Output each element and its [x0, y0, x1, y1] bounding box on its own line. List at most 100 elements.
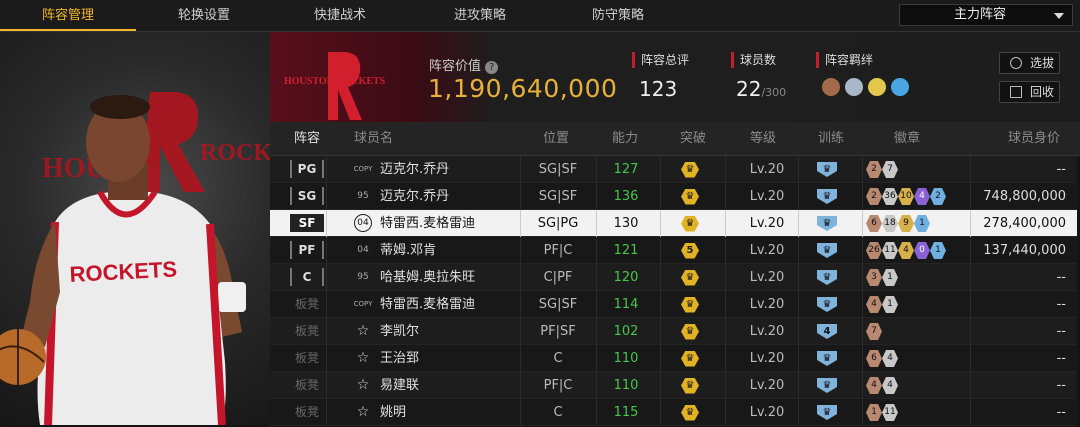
player-name[interactable]: 特雷西.麦格雷迪 — [380, 210, 530, 237]
player-ability: 136 — [613, 189, 639, 204]
badges-cell[interactable]: 41 — [866, 296, 966, 313]
tab-defense-strategy[interactable]: 防守策略 — [550, 0, 686, 31]
training-cell[interactable]: ♛ — [815, 264, 839, 291]
slot-cell[interactable]: SG — [290, 183, 324, 210]
badge-silver: 36 — [882, 188, 898, 205]
table-row[interactable]: 板凳 ☆ 易建联 PF|C 110 ♛ Lv.20 ♛ 4 4 -- — [270, 372, 1077, 399]
player-portrait: HOU ROCK ROCKETS — [0, 32, 270, 425]
column-divider — [970, 237, 971, 264]
badges-cell[interactable]: 1 11 — [866, 404, 966, 421]
recycle-button-label: 回收 — [1030, 85, 1055, 99]
column-divider — [660, 264, 661, 291]
breakthrough-cell[interactable]: ♛ — [678, 183, 702, 210]
player-name[interactable]: 易建联 — [380, 372, 530, 399]
player-position: SG|SF — [538, 297, 578, 312]
slot-cell[interactable]: 板凳 — [290, 345, 324, 372]
crown-icon: ♛ — [681, 161, 699, 178]
column-divider — [862, 372, 863, 399]
breakthrough-cell[interactable]: ♛ — [678, 399, 702, 426]
breakthrough-cell[interactable]: 5 — [678, 237, 702, 264]
training-cell[interactable]: ♛ — [815, 399, 839, 426]
badges-cell[interactable]: 27 — [866, 161, 966, 178]
table-row[interactable]: C 95 哈基姆.奥拉朱旺 C|PF 120 ♛ Lv.20 ♛ 3 1 -- — [270, 264, 1077, 291]
table-row[interactable]: 板凳 ☆ 李凯尔 PF|SF 102 ♛ Lv.20 4 7 -- — [270, 318, 1077, 345]
breakthrough-cell[interactable]: ♛ — [678, 264, 702, 291]
table-row[interactable]: SF 04 特雷西.麦格雷迪 SG|PG 130 ♛ Lv.20 ♛ 6 18 9 1 278,400,… — [270, 210, 1077, 237]
column-divider — [862, 264, 863, 291]
breakthrough-cell[interactable]: ♛ — [678, 372, 702, 399]
slot-cell[interactable]: 板凳 — [290, 318, 324, 345]
breakthrough-cell[interactable]: ♛ — [678, 345, 702, 372]
player-value: -- — [1056, 162, 1066, 177]
column-divider — [596, 291, 597, 318]
player-name[interactable]: 李凯尔 — [380, 318, 530, 345]
table-row[interactable]: SG 95 迈克尔.乔丹 SG|SF 136 ♛ Lv.20 ♛ 2 36 10 4 2 748,800,… — [270, 183, 1077, 210]
badge-bronze: 3 — [866, 269, 882, 286]
tab-rotation-settings[interactable]: 轮换设置 — [136, 0, 272, 31]
column-divider — [798, 318, 799, 345]
breakthrough-cell[interactable]: ♛ — [678, 156, 702, 183]
card-version: ☆ — [352, 399, 374, 426]
breakthrough-cell[interactable]: ♛ — [678, 210, 702, 237]
help-icon[interactable]: ? — [485, 61, 499, 74]
player-name[interactable]: 特雷西.麦格雷迪 — [380, 291, 530, 318]
training-cell[interactable]: ♛ — [815, 291, 839, 318]
badges-cell[interactable]: 7 — [866, 323, 966, 340]
training-cell[interactable]: ♛ — [815, 156, 839, 183]
player-value: -- — [1056, 378, 1066, 393]
slot-cell[interactable]: 板凳 — [290, 291, 324, 318]
badge-silver: 4 — [882, 350, 898, 367]
slot-label: SF — [290, 214, 324, 232]
player-position: SG|SF — [538, 162, 578, 177]
slot-cell[interactable]: 板凳 — [290, 399, 324, 426]
player-position: PF|SF — [540, 324, 576, 339]
player-name[interactable]: 姚明 — [380, 399, 530, 426]
slot-cell[interactable]: SF — [290, 210, 324, 237]
training-cell[interactable]: ♛ — [815, 345, 839, 372]
table-row[interactable]: PF 04 蒂姆.邓肯 PF|C 121 5 Lv.20 ♛ 26 11 4 0 1 137,440,00… — [270, 237, 1077, 264]
select-button[interactable]: 选拔 — [999, 52, 1060, 74]
tab-offense-strategy[interactable]: 进攻策略 — [412, 0, 548, 31]
column-divider — [970, 318, 971, 345]
slot-cell[interactable]: PF — [290, 237, 324, 264]
breakthrough-cell[interactable]: ♛ — [678, 291, 702, 318]
bond-icon-bronze — [822, 78, 840, 96]
player-name[interactable]: 迈克尔.乔丹 — [380, 156, 530, 183]
player-name[interactable]: 迈克尔.乔丹 — [380, 183, 530, 210]
player-name[interactable]: 王治郅 — [380, 345, 530, 372]
badge-silver: 11 — [882, 242, 898, 259]
table-row[interactable]: 板凳 ☆ 姚明 C 115 ♛ Lv.20 ♛ 1 11 -- — [270, 399, 1077, 426]
badges-cell[interactable]: 64 — [866, 350, 966, 367]
slot-cell[interactable]: 板凳 — [290, 372, 324, 399]
lineup-dropdown[interactable]: 主力阵容 — [899, 4, 1073, 26]
badges-cell[interactable]: 31 — [866, 269, 966, 286]
player-position: SG|SF — [538, 189, 578, 204]
badges-cell[interactable]: 26 11 4 0 1 — [866, 242, 966, 259]
lineup-dropdown-value: 主力阵容 — [954, 7, 1007, 22]
breakthrough-cell[interactable]: ♛ — [678, 318, 702, 345]
badge-bronze: 1 — [866, 404, 882, 421]
refresh-icon — [1010, 57, 1022, 69]
training-cell[interactable]: 4 — [815, 318, 839, 345]
table-row[interactable]: PG COPY 迈克尔.乔丹 SG|SF 127 ♛ Lv.20 ♛ 2 7 -- — [270, 156, 1077, 183]
badges-cell[interactable]: 44 — [866, 377, 966, 394]
player-name[interactable]: 蒂姆.邓肯 — [380, 237, 530, 264]
tab-lineup-management[interactable]: 阵容管理 — [0, 0, 136, 31]
player-name[interactable]: 哈基姆.奥拉朱旺 — [380, 264, 530, 291]
rating-label: 阵容总评 — [632, 52, 689, 68]
slot-cell[interactable]: PG — [290, 156, 324, 183]
bond-icons[interactable] — [822, 78, 912, 98]
training-cell[interactable]: ♛ — [815, 210, 839, 237]
training-cell[interactable]: ♛ — [815, 183, 839, 210]
recycle-button[interactable]: 回收 — [999, 81, 1060, 103]
badges-cell[interactable]: 6 18 9 1 — [866, 215, 966, 232]
player-value: 278,400,000 — [983, 216, 1066, 231]
slot-cell[interactable]: C — [290, 264, 324, 291]
column-divider — [520, 210, 521, 237]
table-row[interactable]: 板凳 COPY 特雷西.麦格雷迪 SG|SF 114 ♛ Lv.20 ♛ 4 1 -- — [270, 291, 1077, 318]
training-cell[interactable]: ♛ — [815, 237, 839, 264]
table-row[interactable]: 板凳 ☆ 王治郅 C 110 ♛ Lv.20 ♛ 6 4 -- — [270, 345, 1077, 372]
tab-quick-tactics[interactable]: 快捷战术 — [272, 0, 408, 31]
badges-cell[interactable]: 2 36 10 4 2 — [866, 188, 966, 205]
training-cell[interactable]: ♛ — [815, 372, 839, 399]
